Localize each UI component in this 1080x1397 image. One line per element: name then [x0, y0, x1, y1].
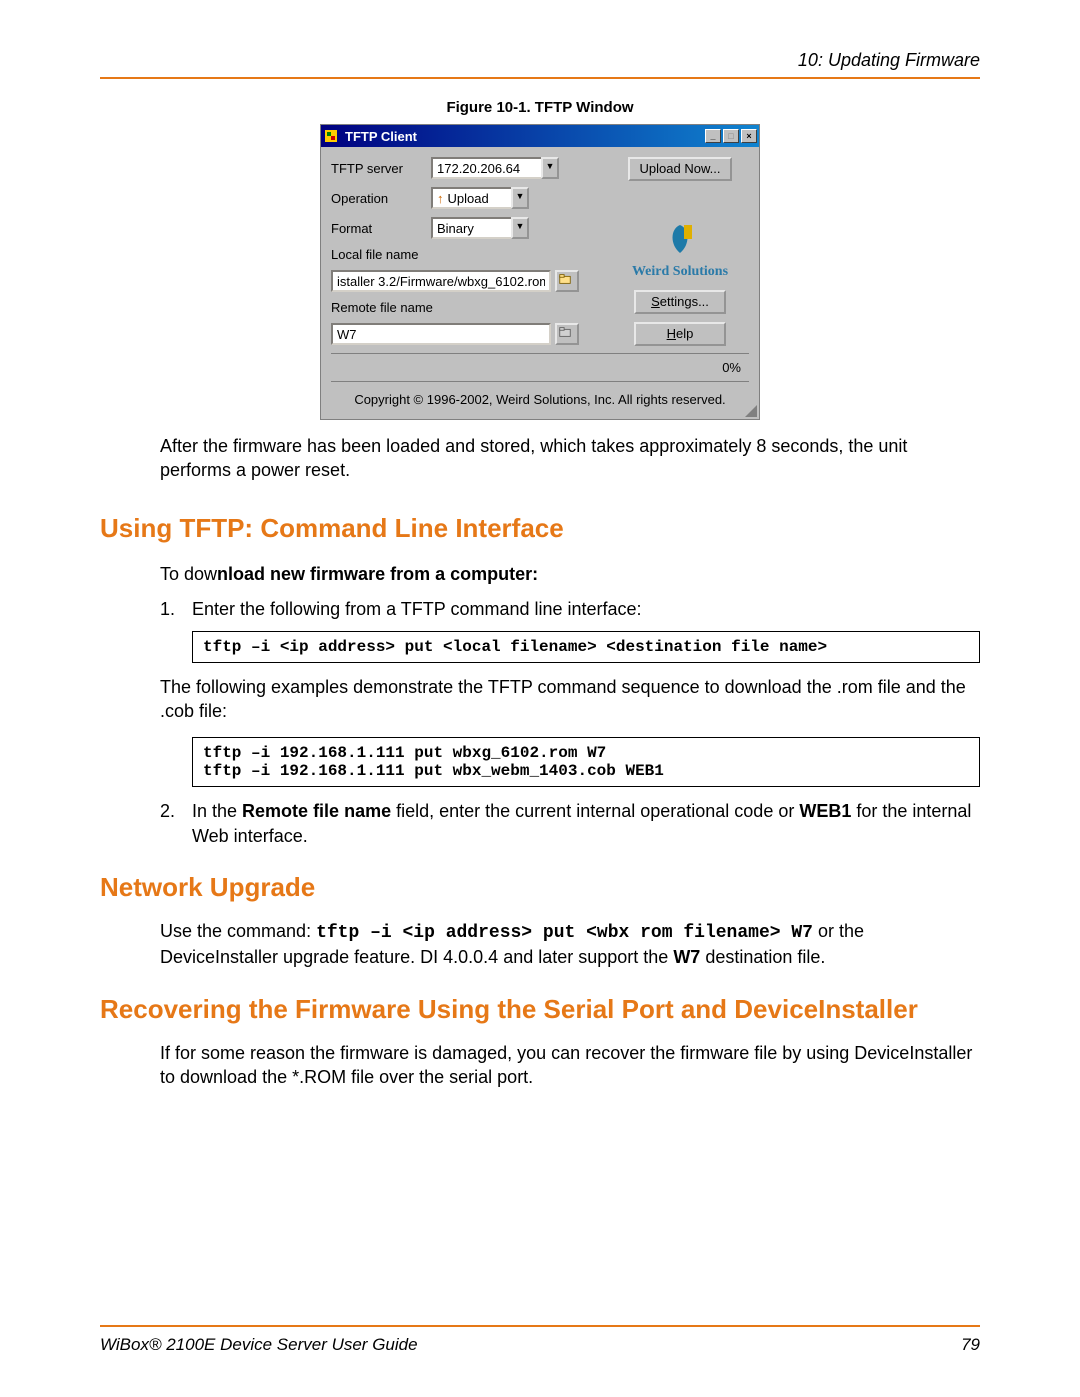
- heading-tftp-cli: Using TFTP: Command Line Interface: [100, 513, 980, 544]
- example-line-2: tftp –i 192.168.1.111 put wbx_webm_1403.…: [203, 762, 969, 780]
- page-footer: WiBox® 2100E Device Server User Guide 79: [100, 1325, 980, 1355]
- nu-code: tftp –i <ip address> put <wbx rom filena…: [316, 923, 813, 943]
- remotefile-input[interactable]: [331, 323, 551, 345]
- operation-dropdown[interactable]: ▼: [511, 187, 529, 209]
- tftp-server-label: TFTP server: [331, 161, 431, 176]
- format-dropdown[interactable]: ▼: [511, 217, 529, 239]
- help-label-rest: elp: [676, 326, 693, 341]
- step-2: 2. In the Remote file name field, enter …: [160, 799, 980, 848]
- operation-value: Upload: [448, 191, 489, 206]
- page-header-chapter: 10: Updating Firmware: [100, 50, 980, 71]
- recovering-para: If for some reason the firmware is damag…: [160, 1041, 980, 1090]
- settings-label-rest: ettings...: [660, 294, 709, 309]
- examples-intro: The following examples demonstrate the T…: [160, 675, 980, 724]
- s2c: field, enter the current internal operat…: [391, 801, 799, 821]
- brand-text: Weird Solutions: [632, 264, 728, 280]
- code-block-examples: tftp –i 192.168.1.111 put wbxg_6102.rom …: [192, 737, 980, 787]
- step-1-number: 1.: [160, 597, 192, 621]
- format-input[interactable]: [431, 217, 511, 239]
- progress-text: 0%: [331, 353, 749, 375]
- step-2-number: 2.: [160, 799, 192, 848]
- s2d: WEB1: [799, 801, 851, 821]
- brand-block: Weird Solutions: [632, 221, 728, 280]
- remotefile-label: Remote file name: [331, 300, 433, 315]
- footer-doc-title: WiBox® 2100E Device Server User Guide: [100, 1335, 418, 1355]
- tftp-server-input[interactable]: [431, 157, 541, 179]
- tftp-server-dropdown[interactable]: ▼: [541, 157, 559, 179]
- step-2-text: In the Remote file name field, enter the…: [192, 799, 980, 848]
- tftp-copyright: Copyright © 1996-2002, Weird Solutions, …: [331, 381, 749, 413]
- intro-lead: To dow: [160, 564, 217, 584]
- help-button[interactable]: Help: [634, 322, 726, 346]
- tftp-client-window: TFTP Client _ □ × TFTP server ▼ Operatio…: [320, 124, 760, 420]
- minimize-button[interactable]: _: [705, 129, 721, 143]
- download-intro: To download new firmware from a computer…: [160, 564, 980, 585]
- footer-page-number: 79: [961, 1335, 980, 1355]
- maximize-button[interactable]: □: [723, 129, 739, 143]
- upload-now-button[interactable]: Upload Now...: [628, 157, 733, 181]
- s2a: In the: [192, 801, 242, 821]
- nu-a: Use the command:: [160, 921, 316, 941]
- app-icon: [323, 128, 339, 144]
- nu-e: destination file.: [700, 947, 825, 967]
- step-1-text: Enter the following from a TFTP command …: [192, 597, 642, 621]
- intro-bold: nload new firmware from a computer:: [217, 564, 538, 584]
- tftp-title-text: TFTP Client: [345, 129, 705, 144]
- code-block-syntax: tftp –i <ip address> put <local filename…: [192, 631, 980, 663]
- browse-remotefile-button[interactable]: [555, 323, 579, 345]
- heading-recovering-firmware: Recovering the Firmware Using the Serial…: [100, 994, 980, 1025]
- close-button[interactable]: ×: [741, 129, 757, 143]
- footer-rule: [100, 1325, 980, 1327]
- example-line-1: tftp –i 192.168.1.111 put wbxg_6102.rom …: [203, 744, 969, 762]
- figure-caption: Figure 10-1. TFTP Window: [100, 99, 980, 116]
- resize-grip-icon[interactable]: [745, 405, 757, 417]
- step-1: 1. Enter the following from a TFTP comma…: [160, 597, 980, 621]
- network-upgrade-para: Use the command: tftp –i <ip address> pu…: [160, 919, 980, 970]
- upload-arrow-icon: ↑: [437, 191, 444, 206]
- localfile-label: Local file name: [331, 247, 418, 262]
- settings-button[interactable]: Settings...: [634, 290, 726, 314]
- localfile-input[interactable]: [331, 270, 551, 292]
- after-figure-paragraph: After the firmware has been loaded and s…: [160, 434, 980, 483]
- browse-localfile-button[interactable]: [555, 270, 579, 292]
- format-label: Format: [331, 221, 431, 236]
- operation-label: Operation: [331, 191, 431, 206]
- tftp-titlebar: TFTP Client _ □ ×: [321, 125, 759, 147]
- s2b: Remote file name: [242, 801, 391, 821]
- brand-logo-icon: [660, 221, 700, 257]
- upload-now-label: Upload Now...: [640, 161, 721, 176]
- nu-d: W7: [673, 947, 700, 967]
- heading-network-upgrade: Network Upgrade: [100, 872, 980, 903]
- header-rule: [100, 77, 980, 79]
